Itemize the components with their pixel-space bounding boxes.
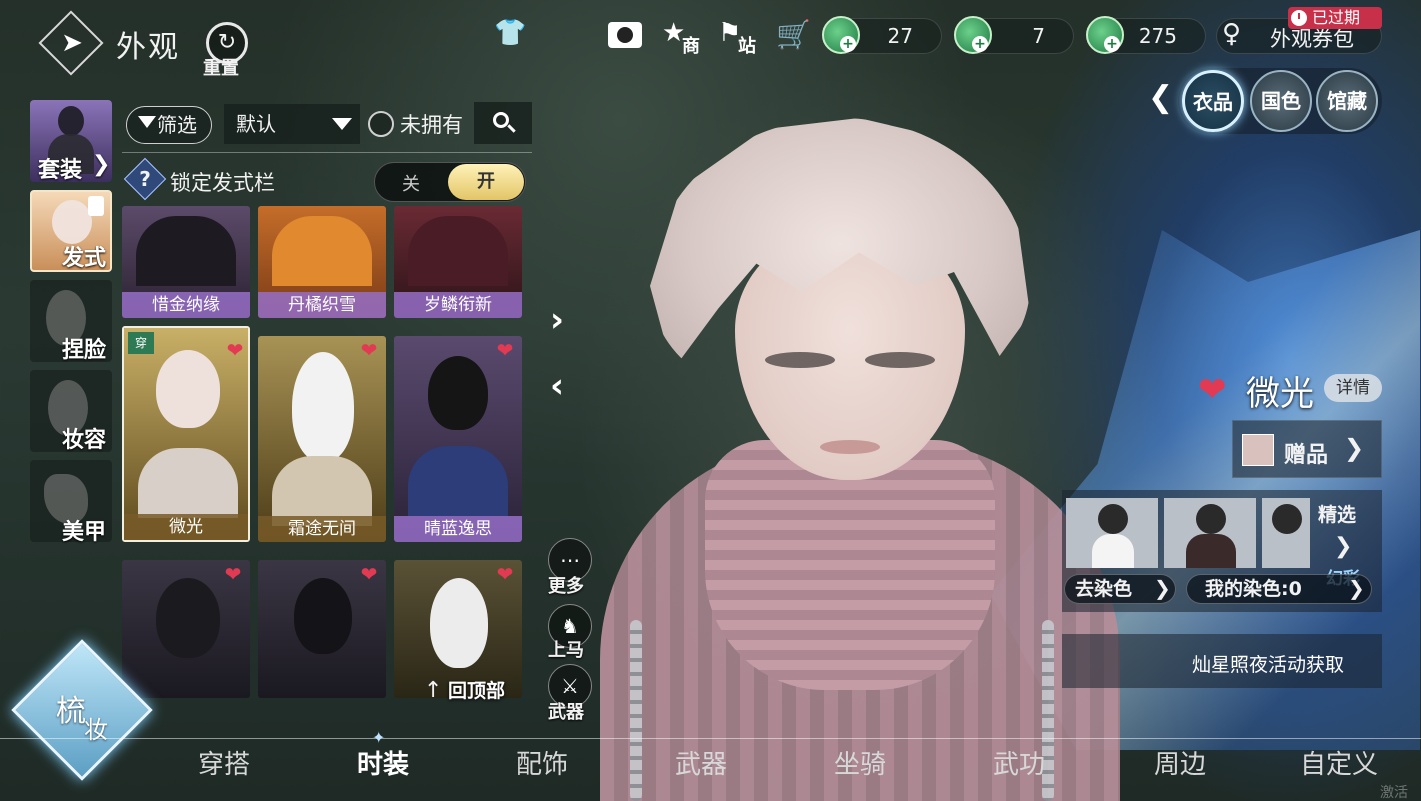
category-label[interactable]: 妆容	[62, 422, 106, 454]
dye-preview[interactable]	[1164, 498, 1256, 568]
help-question-mark: ?	[139, 167, 151, 191]
dye-preview[interactable]	[1066, 498, 1158, 568]
tab-guose[interactable]: 国色	[1250, 70, 1312, 132]
item-name: 惜金纳缘	[122, 292, 250, 318]
item-card[interactable]: 惜金纳缘	[122, 206, 250, 318]
unowned-radio[interactable]	[368, 111, 394, 137]
heart-icon[interactable]: ❤	[222, 564, 244, 584]
nav-zidingyi[interactable]: 自定义	[1300, 744, 1378, 781]
lock-icon	[88, 196, 104, 216]
tab-yipin[interactable]: 衣品	[1182, 70, 1244, 132]
nav-zhoubian[interactable]: 周边	[1154, 744, 1206, 781]
heart-icon[interactable]: ❤	[1198, 370, 1227, 410]
nav-chuanda[interactable]: 穿搭	[198, 744, 250, 781]
category-label[interactable]: 美甲	[62, 514, 106, 546]
heart-icon[interactable]: ❤	[494, 564, 516, 584]
item-name: 丹橘织雪	[258, 292, 386, 318]
lock-hair-label: 锁定发式栏	[170, 171, 275, 195]
makeup-mode-label-1: 梳	[56, 694, 86, 729]
more-label[interactable]: 更多	[548, 572, 584, 598]
gift-thumbnail	[1242, 434, 1274, 466]
tab-guancang[interactable]: 馆藏	[1316, 70, 1378, 132]
item-name: 岁鳞衔新	[394, 292, 522, 318]
suit-avatar	[58, 106, 84, 136]
nav-wugong[interactable]: 武功	[993, 744, 1045, 781]
plus-icon[interactable]: +	[1104, 36, 1120, 52]
item-name: 霜途无间	[258, 516, 386, 542]
item-card[interactable]: ❤ 霜途无间	[258, 336, 386, 542]
weapon-label[interactable]: 武器	[548, 698, 584, 724]
item-card[interactable]: ❤ 晴蓝逸思	[394, 336, 522, 542]
back-to-top-button[interactable]: 回顶部	[448, 676, 552, 706]
nav-wuqi[interactable]: 武器	[675, 744, 727, 781]
nav-peishi[interactable]: 配饰	[516, 744, 568, 781]
item-name: 晴蓝逸思	[394, 516, 522, 542]
toggle-on[interactable]: 开	[448, 164, 524, 200]
dye-preview[interactable]	[1262, 498, 1310, 568]
item-card-selected[interactable]: 穿 ❤ 微光	[122, 326, 250, 542]
voucher-icon: ♀	[1222, 19, 1242, 49]
chevron-right-icon: ❯	[1344, 434, 1365, 462]
nav-zuoqi[interactable]: 坐骑	[834, 744, 886, 781]
source-text: 灿星照夜活动获取	[1192, 654, 1345, 676]
chevron-right-icon: ❯	[1348, 576, 1365, 600]
heart-icon[interactable]: ❤	[494, 340, 516, 360]
watermark: 激活	[1380, 785, 1408, 801]
station-label[interactable]: 站	[738, 32, 756, 58]
chevron-right-icon: ❯	[92, 152, 111, 177]
reset-label[interactable]: 重置	[203, 54, 239, 80]
character-lips	[820, 440, 880, 454]
nav-shizhuang[interactable]: 时装	[357, 744, 409, 781]
makeup-mode-label-2: 妆	[84, 716, 108, 744]
gift-label[interactable]: 赠品	[1284, 437, 1328, 469]
character-chain	[630, 620, 642, 801]
camera-icon[interactable]	[608, 22, 642, 48]
back-arrow-icon: ➤	[61, 28, 83, 58]
chevron-right-icon: ❯	[1334, 534, 1353, 559]
my-dye-button[interactable]: 我的染色:0	[1186, 574, 1372, 604]
category-label[interactable]: 捏脸	[62, 332, 106, 364]
cart-icon[interactable]: 🛒	[776, 18, 811, 51]
arrow-up-icon: ↑	[424, 678, 443, 703]
item-card[interactable]: ❤	[122, 560, 250, 698]
expand-arrow-icon[interactable]: ›	[550, 300, 564, 340]
outfit-icon[interactable]: 👕	[494, 18, 526, 48]
hair-avatar	[52, 200, 92, 244]
clock-icon	[1291, 10, 1307, 26]
item-card[interactable]: 丹橘织雪	[258, 206, 386, 318]
detail-button[interactable]: 详情	[1324, 374, 1382, 402]
item-card[interactable]: 岁鳞衔新	[394, 206, 522, 318]
divider	[122, 152, 532, 153]
heart-icon[interactable]: ❤	[358, 340, 380, 360]
item-name: 微光	[124, 514, 248, 540]
heart-icon[interactable]: ❤	[358, 564, 380, 584]
item-card[interactable]: ❤	[258, 560, 386, 698]
category-label[interactable]: 发式	[62, 240, 106, 272]
heart-icon[interactable]: ❤	[224, 340, 246, 360]
filter-icon	[138, 116, 156, 128]
new-badge: 穿	[128, 332, 154, 354]
plus-icon[interactable]: +	[840, 36, 856, 52]
shop-label[interactable]: 商	[682, 32, 700, 58]
bottom-divider	[0, 738, 1421, 739]
unowned-label[interactable]: 未拥有	[400, 109, 463, 139]
page-title: 外观	[116, 30, 180, 65]
chevron-left-icon[interactable]: ❮	[1148, 80, 1173, 115]
selected-item-name: 微光	[1246, 374, 1314, 414]
character-eye	[865, 352, 935, 368]
chevron-right-icon: ❯	[1154, 576, 1171, 600]
character-eye	[765, 352, 835, 368]
toggle-off[interactable]: 关	[386, 170, 436, 196]
pick-label[interactable]: 精选	[1318, 500, 1356, 527]
collapse-arrow-icon[interactable]: ‹	[550, 366, 564, 406]
plus-icon[interactable]: +	[972, 36, 988, 52]
chevron-down-icon	[332, 118, 352, 130]
mount-label[interactable]: 上马	[548, 636, 584, 662]
category-label[interactable]: 套装	[38, 152, 82, 184]
